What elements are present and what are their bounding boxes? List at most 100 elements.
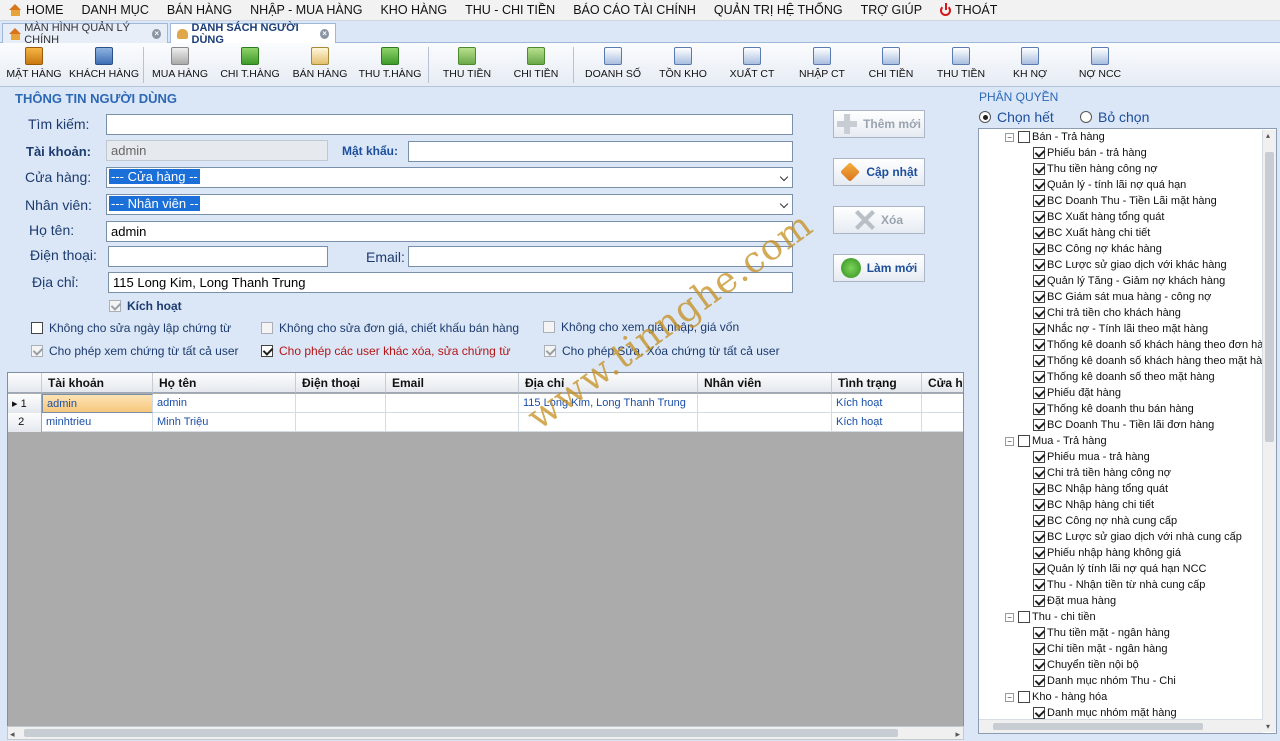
toolbar-xuat-ct-button[interactable]: XUẤT CT <box>723 45 781 85</box>
checkbox-box[interactable] <box>1033 643 1045 655</box>
toolbar-ban-hang-button[interactable]: BÁN HÀNG <box>290 45 350 85</box>
checkbox-box[interactable] <box>1033 579 1045 591</box>
checkbox-box[interactable] <box>1033 227 1045 239</box>
checkbox-box[interactable] <box>1033 339 1045 351</box>
checkbox-box[interactable] <box>1033 355 1045 367</box>
tree-item[interactable]: Thu tiền mặt - ngân hàng <box>1033 627 1170 639</box>
tab-user-list[interactable]: DANH SÁCH NGƯỜI DÙNG × <box>170 22 336 46</box>
toolbar-doanh-so-button[interactable]: DOANH SỐ <box>582 45 644 85</box>
close-icon[interactable]: × <box>320 29 329 39</box>
checkbox-box[interactable] <box>1033 147 1045 159</box>
column-header-account[interactable]: Tài khoản <box>42 373 153 393</box>
tree-horizontal-scrollbar[interactable] <box>979 719 1263 733</box>
cell-account[interactable]: minhtrieu <box>42 413 153 432</box>
checkbox-box[interactable] <box>1033 547 1045 559</box>
table-row[interactable]: 2 minhtrieu Minh Triệu Kích hoạt <box>8 413 963 432</box>
menu-nhap-mua-hang[interactable]: NHẬP - MUA HÀNG <box>241 0 371 21</box>
deselect-radio[interactable]: Bỏ chọn <box>1080 109 1149 125</box>
tree-item[interactable]: Quản lý Tăng - Giảm nợ khách hàng <box>1033 275 1225 287</box>
tree-item[interactable]: BC Công nợ khác hàng <box>1033 243 1162 255</box>
toolbar-khach-hang-button[interactable]: KHÁCH HÀNG <box>69 45 139 85</box>
tree-item[interactable]: Chi trả tiền cho khách hàng <box>1033 307 1181 319</box>
checkbox-box[interactable] <box>1033 243 1045 255</box>
menu-home[interactable]: HOME <box>0 0 73 21</box>
scroll-left-icon[interactable]: ◂ <box>10 729 15 740</box>
vertical-scrollbar[interactable]: ▴ ▾ <box>1262 130 1276 732</box>
cell-name[interactable]: admin <box>153 394 296 413</box>
tree-item[interactable]: Đặt mua hàng <box>1033 595 1116 607</box>
toolbar-nhap-ct-button[interactable]: NHẬP CT <box>793 45 851 85</box>
checkbox-box[interactable] <box>1033 595 1045 607</box>
tree-item[interactable]: Chi trả tiền hàng công nợ <box>1033 467 1171 479</box>
table-row[interactable]: ▸ 1 admin admin 115 Long Kim, Long Thanh… <box>8 394 963 413</box>
row-header[interactable]: 2 <box>8 413 42 432</box>
tree-item[interactable]: BC Lược sử giao dịch với khác hàng <box>1033 259 1227 271</box>
toolbar-ton-kho-button[interactable]: TỒN KHO <box>654 45 712 85</box>
checkbox-box[interactable] <box>1018 611 1030 623</box>
tree-item[interactable]: Thống kê doanh số khách hàng theo mặt hà… <box>1033 355 1275 367</box>
tree-item[interactable]: Thống kê doanh số khách hàng theo đơn hà… <box>1033 339 1276 351</box>
horizontal-scrollbar[interactable]: ◂ ▸ <box>7 726 964 740</box>
tree-item[interactable]: Danh mục nhóm mặt hàng <box>1033 707 1177 719</box>
checkbox-box[interactable] <box>1033 403 1045 415</box>
scrollbar-thumb[interactable] <box>1265 152 1274 442</box>
collapse-icon[interactable]: − <box>1005 436 1014 446</box>
cell-name[interactable]: Minh Triệu <box>153 413 296 432</box>
tree-item[interactable]: BC Nhập hàng chi tiết <box>1033 499 1154 511</box>
checkbox-box[interactable] <box>1033 707 1045 719</box>
tree-item[interactable]: Phiếu đặt hàng <box>1033 387 1121 399</box>
tree-group[interactable]: − Kho - hàng hóa <box>1005 691 1107 703</box>
fullname-input[interactable]: admin <box>106 221 793 242</box>
close-icon[interactable]: × <box>152 28 161 39</box>
tree-group[interactable]: − Mua - Trả hàng <box>1005 435 1107 447</box>
tree-item[interactable]: BC Doanh Thu - Tiền lãi đơn hàng <box>1033 419 1214 431</box>
column-header-employee[interactable]: Nhân viên <box>698 373 832 393</box>
toolbar-kh-no-button[interactable]: KH NỢ <box>1003 45 1057 85</box>
checkbox-box[interactable] <box>1033 483 1045 495</box>
column-header-store[interactable]: Cửa hàng <box>922 373 963 393</box>
collapse-icon[interactable]: − <box>1005 692 1014 702</box>
tree-item[interactable]: BC Giám sát mua hàng - công nợ <box>1033 291 1211 303</box>
option-view-all-vouchers[interactable]: Cho phép xem chứng từ tất cả user <box>31 344 239 358</box>
toolbar-mua-hang-button[interactable]: MUA HÀNG <box>150 45 210 85</box>
menu-quan-tri-he-thong[interactable]: QUẢN TRỊ HỆ THỐNG <box>705 0 852 21</box>
delete-button[interactable]: Xóa <box>833 206 925 234</box>
scroll-up-icon[interactable]: ▴ <box>1266 131 1270 140</box>
checkbox-box[interactable] <box>1033 451 1045 463</box>
column-header-name[interactable]: Họ tên <box>153 373 296 393</box>
tree-item[interactable]: Quản lý tính lãi nợ quá hạn NCC <box>1033 563 1206 575</box>
scroll-right-icon[interactable]: ▸ <box>955 729 960 740</box>
option-no-edit-price[interactable]: Không cho sửa đơn giá, chiết khấu bán hà… <box>261 321 519 335</box>
column-header-phone[interactable]: Điện thoại <box>296 373 386 393</box>
column-header-status[interactable]: Tình trạng <box>832 373 922 393</box>
cell-email[interactable] <box>386 413 519 432</box>
tree-item[interactable]: Chi tiền mặt - ngân hàng <box>1033 643 1167 655</box>
cell-phone[interactable] <box>296 413 386 432</box>
tree-item[interactable]: BC Doanh Thu - Tiền Lãi mặt hàng <box>1033 195 1217 207</box>
tree-item[interactable]: Phiếu mua - trả hàng <box>1033 451 1150 463</box>
option-no-edit-date[interactable]: Không cho sửa ngày lập chứng từ <box>31 321 231 335</box>
cell-status[interactable]: Kích hoạt <box>832 394 922 413</box>
toolbar-thu-tien-button[interactable]: THU TIỀN <box>437 45 497 85</box>
tree-group[interactable]: − Thu - chi tiền <box>1005 611 1096 623</box>
tree-item[interactable]: Quản lý - tính lãi nợ quá hạn <box>1033 179 1186 191</box>
checkbox-box[interactable] <box>1033 259 1045 271</box>
tab-main-screen[interactable]: MÀN HÌNH QUẢN LÝ CHÍNH × <box>2 22 168 46</box>
checkbox-box[interactable] <box>1033 659 1045 671</box>
active-checkbox[interactable]: Kích hoạt <box>109 299 182 313</box>
column-header-email[interactable]: Email <box>386 373 519 393</box>
checkbox-box[interactable] <box>1033 419 1045 431</box>
checkbox-box[interactable] <box>1033 371 1045 383</box>
cell-account[interactable]: admin <box>42 394 153 413</box>
password-input[interactable] <box>408 141 793 162</box>
checkbox-box[interactable] <box>1033 323 1045 335</box>
toolbar-no-ncc-button[interactable]: NỢ NCC <box>1072 45 1128 85</box>
tree-item[interactable]: Chuyển tiền nội bộ <box>1033 659 1139 671</box>
tree-item[interactable]: Phiếu bán - trả hàng <box>1033 147 1147 159</box>
checkbox-box[interactable] <box>1033 163 1045 175</box>
search-input[interactable] <box>106 114 793 135</box>
checkbox-box[interactable] <box>1033 211 1045 223</box>
menu-ban-hang[interactable]: BÁN HÀNG <box>158 0 241 21</box>
toolbar-chi-t-hang-button[interactable]: CHI T.HÀNG <box>218 45 282 85</box>
tree-item[interactable]: BC Công nợ nhà cung cấp <box>1033 515 1177 527</box>
